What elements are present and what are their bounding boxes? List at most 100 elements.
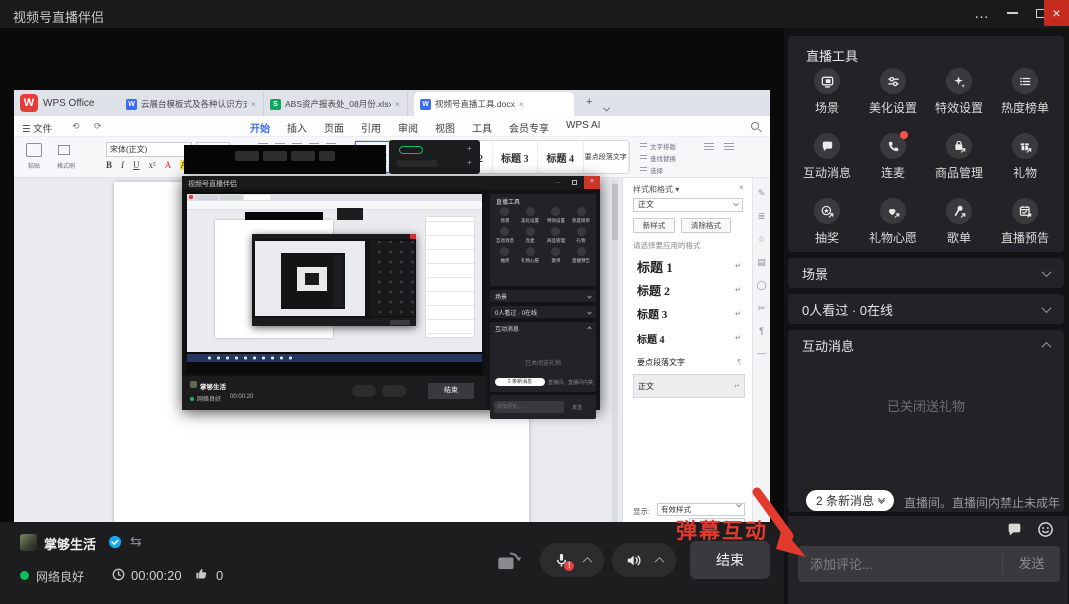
microphone-button[interactable]: !	[540, 543, 604, 577]
tool-lottery[interactable]: 抽奖	[794, 198, 860, 252]
nested-message-panel: 已关闭送礼物 2 条新消息 直播间。直播间内禁止未成年	[490, 334, 596, 392]
nested-messages-bar: 互动消息	[490, 322, 596, 334]
comment-bubble-icon[interactable]	[1006, 521, 1023, 538]
wps-brand-label: WPS Office	[43, 98, 95, 109]
nested-comment-area: 添加评论... 发送	[490, 395, 596, 419]
dark-row	[397, 160, 437, 167]
title-bar: 视频号直播伴侣 … ×	[0, 0, 1069, 28]
send-button[interactable]: 发送	[1002, 554, 1060, 574]
live-tools-title: 直播工具	[806, 46, 858, 65]
tool-beauty-settings[interactable]: 美化设置	[860, 68, 926, 122]
avatar[interactable]	[20, 534, 37, 551]
window-title: 视频号直播伴侣	[13, 7, 104, 26]
wps-doc-tab-active: W 视频号直播工具.docx ×	[414, 92, 574, 116]
level2-bottom-bar	[252, 318, 416, 326]
gift-disabled-text: 已关闭送礼物	[788, 396, 1064, 415]
scene-section-header[interactable]: 场景	[788, 258, 1064, 288]
window-menu-button[interactable]: …	[968, 0, 996, 26]
chevron-down-icon	[1042, 303, 1052, 313]
new-messages-pill[interactable]: 2 条新消息	[806, 490, 894, 511]
nested-screen-preview	[187, 192, 482, 374]
wish-icon	[886, 204, 901, 219]
tool-ranking[interactable]: 热度榜单	[992, 68, 1058, 122]
captured-companion-window-level2	[252, 234, 416, 326]
nested-tool-grid: 场景 美化设置 特效设置 热度榜单 互动消息 连麦 商品管理 礼物 抽奖 礼物心…	[492, 207, 594, 264]
emoji-icon[interactable]	[1037, 521, 1054, 538]
doc-icon: W	[420, 99, 431, 110]
font-name-select: 宋体(正文)	[106, 142, 192, 157]
tool-scene[interactable]: 场景	[794, 68, 860, 122]
tool-gift-wish[interactable]: 礼物心愿	[860, 198, 926, 252]
nested-scene-bar: 场景	[490, 290, 596, 302]
tool-interactive-messages[interactable]: 互动消息	[794, 133, 860, 187]
green-outline-button	[399, 146, 423, 154]
screen-capture-preview: W WPS Office W 云展台模板式及各种认识方式一份 × S ABS资产…	[14, 90, 770, 506]
wps-tab-bar: W WPS Office W 云展台模板式及各种认识方式一份 × S ABS资产…	[14, 90, 770, 116]
speaker-options-chevron-icon[interactable]	[654, 556, 664, 566]
nested-speaker-pill	[382, 385, 406, 397]
level2-sidebar	[370, 241, 414, 316]
thumbs-up-icon	[194, 566, 209, 581]
doc-icon: W	[126, 99, 137, 110]
styles-format-panel: 样式和格式 ▾ × 正文 新样式 清除格式 请选择要应用的格式 标题 1↵ 标题…	[622, 178, 752, 540]
nested-avatar	[190, 381, 197, 388]
network-status-text: 网络良好	[36, 568, 84, 585]
live-preview-canvas: W WPS Office W 云展台模板式及各种认识方式一份 × S ABS资产…	[0, 28, 784, 522]
popup-button	[235, 151, 259, 161]
minimize-button[interactable]	[998, 0, 1026, 26]
nested-network-dot	[190, 397, 194, 401]
comment-input[interactable]	[798, 557, 1002, 572]
wps-menu-bar: ☰ 文件 ⟲ ⟳ 开始 插入 页面 引用 审阅 视图 工具 会员专享 WPS A…	[14, 116, 770, 137]
plus-icon: +	[467, 158, 472, 167]
level4-window	[297, 267, 327, 291]
wps-side-icon-strip: ✎≣☆▤◯✂¶—	[752, 178, 770, 540]
wps-sheet-tab-2: S ABS资产报表处_08月份.xlsx ×	[264, 92, 408, 116]
tool-live-schedule[interactable]: 直播预告	[992, 198, 1058, 252]
panel-close-icon: ×	[739, 183, 744, 192]
clock-icon	[112, 568, 125, 581]
wps-logo: W	[20, 94, 38, 112]
tool-co-stream[interactable]: 连麦	[860, 133, 926, 187]
tool-products[interactable]: 商品管理	[926, 133, 992, 187]
level2-preview	[255, 241, 365, 316]
bottom-status-bar: 掌够生活 ⇆ 网络良好 00:00:20 0 ! 结束 弹幕互动	[0, 522, 784, 604]
close-button[interactable]: ×	[1044, 0, 1069, 26]
new-style-button: 新样式	[633, 218, 675, 233]
wps-search-icon	[751, 122, 759, 130]
call-icon	[886, 139, 901, 154]
ribbon-right-tools: 文字排版 查找替换 选择	[640, 141, 676, 175]
level2-title-bar	[252, 234, 416, 239]
nested-viewers-bar: 0人看过 · 0在线	[490, 306, 596, 318]
orientation-toggle-icon[interactable]	[496, 549, 524, 573]
scene-icon	[820, 74, 835, 89]
lottery-icon	[820, 204, 835, 219]
tab-list-chevron-icon	[604, 99, 609, 117]
clear-format-button: 清除格式	[681, 218, 731, 233]
viewers-section-header[interactable]: 0人看过 · 0在线	[788, 294, 1064, 324]
captured-companion-window: 视频号直播伴侣 … ×	[182, 176, 600, 410]
popup-button	[263, 151, 287, 161]
tab-close-icon: ×	[251, 100, 256, 109]
effects-icon	[952, 74, 967, 89]
switch-account-icon[interactable]: ⇆	[130, 533, 142, 550]
wps-doc-tab-1: W 云展台模板式及各种认识方式一份 ×	[120, 92, 264, 116]
messages-section-header[interactable]: 互动消息	[788, 330, 1064, 360]
beauty-settings-icon	[886, 74, 901, 89]
mic-options-chevron-icon[interactable]	[582, 556, 592, 566]
speaker-button[interactable]	[612, 543, 676, 577]
mini-wps-window	[187, 194, 482, 352]
stream-duration: 00:00:20	[131, 568, 182, 583]
tab-close-icon: ×	[395, 100, 400, 109]
chevron-down-icon	[1042, 267, 1052, 277]
streamer-name: 掌够生活	[44, 534, 96, 553]
nested-tools-panel: 直播工具 场景 美化设置 特效设置 热度榜单 互动消息 连麦 商品管理 礼物 抽…	[490, 194, 596, 286]
tool-song-list[interactable]: 歌单	[926, 198, 992, 252]
captured-popup-strip	[184, 145, 386, 174]
tool-gifts[interactable]: 礼物	[992, 133, 1058, 187]
schedule-icon	[1018, 204, 1033, 219]
end-stream-button[interactable]: 结束	[690, 541, 770, 579]
tool-effects[interactable]: 特效设置	[926, 68, 992, 122]
nested-close-icon: ×	[584, 176, 600, 189]
new-tab-icon: +	[586, 96, 592, 108]
tab-close-icon: ×	[519, 100, 524, 109]
